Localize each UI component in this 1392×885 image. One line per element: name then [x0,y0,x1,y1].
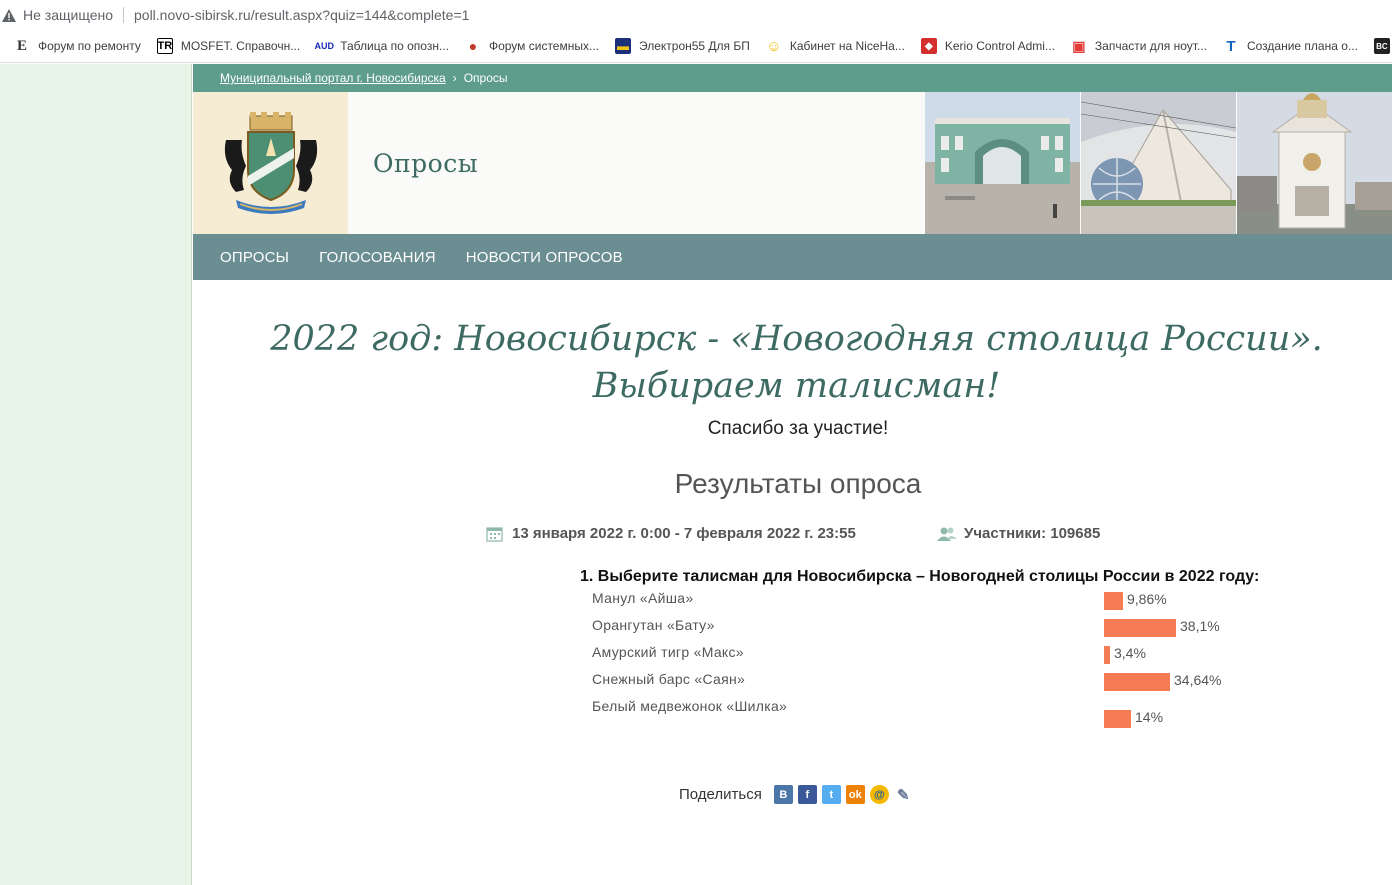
period-text: 13 января 2022 г. 0:00 - 7 февраля 2022 … [512,525,856,542]
thanks-message: Спасибо за участие! [707,418,889,439]
url-text[interactable]: poll.novo-sibirsk.ru/result.aspx?quiz=14… [134,7,469,23]
result-percent: 34,64% [1174,672,1222,688]
bookmark-kerio-icon: ◆ [920,38,937,54]
share-label: Поделиться [679,786,762,803]
vkontakte-icon[interactable]: B [773,785,793,804]
site-header: Опросы [193,92,1392,234]
facebook-icon[interactable]: f [797,785,817,804]
bookmark-tr-icon: TR [156,38,173,54]
twitter-icon[interactable]: t [821,785,841,804]
warning-icon[interactable] [2,8,16,22]
bookmark-label: Запчасти для ноут... [1094,39,1207,53]
users-icon [937,526,957,542]
poll-period: 13 января 2022 г. 0:00 - 7 февраля 2022 … [486,525,856,542]
bookmark-forum-icon: ● [468,38,478,54]
bookmark-item[interactable]: E Форум по ремонту [14,34,141,58]
railway-station-photo [925,92,1080,234]
mailru-icon[interactable]: @ [869,785,889,804]
option-label: Белый медвежонок «Шилка» [592,698,788,714]
circus-building-photo [1081,92,1236,234]
bookmark-item[interactable]: TR MOSFET. Справочн... [156,34,301,58]
participants-text: Участники: 109685 [964,525,1101,542]
bookmark-item[interactable]: ● Форум системных... [465,34,599,58]
result-bar [1104,592,1123,610]
livejournal-icon[interactable]: ✎ [894,785,913,804]
main-nav: ОПРОСЫ ГОЛОСОВАНИЯ НОВОСТИ ОПРОСОВ [193,234,1392,280]
poll-title-line2: Выбираем талисман! [592,366,1001,406]
bookmark-item[interactable]: ▬ Электрон55 Для БП [614,34,750,58]
bookmark-item[interactable]: T Создание плана о... [1223,34,1358,58]
breadcrumb-separator: › [452,71,457,85]
bookmark-item[interactable]: ◆ Kerio Control Admi... [920,34,1055,58]
bookmark-item[interactable]: BC B [1373,34,1392,58]
poll-question: 1. Выберите талисман для Новосибирска – … [580,568,1260,585]
site-container: Муниципальный портал г. Новосибирска › О… [193,64,1392,885]
result-percent: 9,86% [1127,591,1167,607]
result-bar [1104,619,1176,637]
bookmark-item[interactable]: ▣ Запчасти для ноут... [1071,34,1207,58]
bookmark-bc-icon: BC [1373,38,1390,54]
result-percent: 38,1% [1180,618,1220,634]
bookmark-label: Форум по ремонту [38,39,141,53]
divider [123,7,124,23]
poll-title: 2022 год: Новосибирск - «Новогодняя стол… [193,316,1392,410]
calendar-icon [486,526,503,542]
bookmark-label: Кабинет на NiceHa... [789,39,905,53]
option-label: Манул «Айша» [592,590,694,606]
odnoklassniki-icon[interactable]: ok [845,785,865,804]
bookmark-label: Создание плана о... [1246,39,1358,53]
breadcrumb-home-link[interactable]: Муниципальный портал г. Новосибирска [220,71,446,85]
header-title: Опросы [373,148,479,178]
share-bar: Поделиться B f t ok @ ✎ [679,785,913,804]
result-bar [1104,646,1110,664]
bookmark-aud-icon: AUD [314,41,334,51]
coat-of-arms-logo[interactable] [193,92,348,234]
participants-count: Участники: 109685 [937,525,1100,542]
security-label[interactable]: Не защищено [23,7,113,23]
poll-title-line1: 2022 год: Новосибирск - «Новогодняя стол… [270,319,1323,359]
bookmark-elektron-icon: ▬ [614,38,631,54]
bookmark-nicehash-icon: ☺ [766,37,782,55]
nav-item-votes[interactable]: ГОЛОСОВАНИЯ [319,249,436,266]
result-bar [1104,673,1170,691]
bookmark-parts-icon: ▣ [1072,37,1086,54]
bookmark-label: MOSFET. Справочн... [180,39,301,53]
bookmark-plan-icon: T [1226,37,1236,55]
option-label: Орангутан «Бату» [592,617,715,633]
breadcrumb: Муниципальный портал г. Новосибирска › О… [193,64,1392,92]
left-background-strip [0,64,192,885]
bookmark-item[interactable]: AUD Таблица по опозн... [314,34,449,58]
result-percent: 3,4% [1114,645,1146,661]
bookmark-label: Таблица по опозн... [340,39,449,53]
option-label: Амурский тигр «Макс» [592,644,744,660]
bookmark-label: Электрон55 Для БП [638,39,750,53]
coat-of-arms-icon [224,112,317,214]
bookmark-label: Форум системных... [488,39,599,53]
bookmarks-bar: E Форум по ремонту TR MOSFET. Справочн..… [0,30,1392,63]
chapel-photo [1237,92,1392,234]
results-heading: Результаты опроса [674,468,922,499]
bookmark-item[interactable]: ☺ Кабинет на NiceHa... [766,34,905,58]
result-bar [1104,710,1131,728]
bookmark-label: Kerio Control Admi... [944,39,1055,53]
address-bar[interactable]: Не защищено poll.novo-sibirsk.ru/result.… [0,0,1392,30]
nav-item-poll-news[interactable]: НОВОСТИ ОПРОСОВ [466,249,623,266]
header-photos [924,92,1392,234]
option-label: Снежный барс «Саян» [592,671,746,687]
nav-item-polls[interactable]: ОПРОСЫ [220,249,289,266]
bookmark-e-icon: E [16,37,27,54]
result-percent: 14% [1135,709,1164,725]
breadcrumb-current: Опросы [463,71,508,85]
